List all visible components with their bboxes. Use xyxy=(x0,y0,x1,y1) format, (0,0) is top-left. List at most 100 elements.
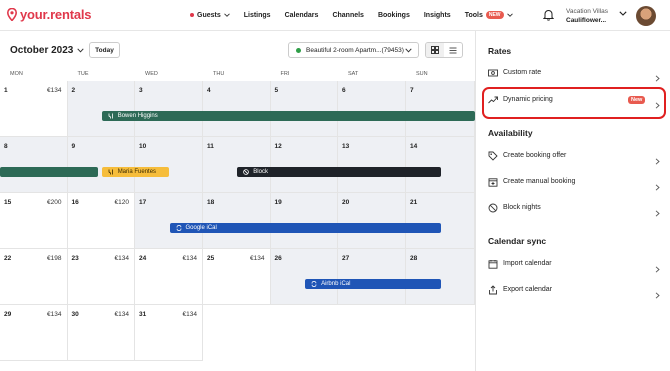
chevron-right-icon xyxy=(655,102,660,109)
pin-icon xyxy=(7,8,17,21)
ical-booking-bar[interactable]: Airbnb iCal xyxy=(305,279,441,289)
nav-item-guests[interactable]: Guests xyxy=(190,12,230,19)
list-view-button[interactable] xyxy=(444,43,462,57)
calendar-day-cell[interactable]: 10 xyxy=(135,137,203,193)
panel-item-block-nights[interactable]: Block nights xyxy=(476,196,670,220)
nav-item-bookings[interactable]: Bookings xyxy=(378,12,410,19)
booking-bar[interactable] xyxy=(0,167,99,177)
booking-label: Block xyxy=(253,169,268,175)
calendar-day-cell[interactable]: 13 xyxy=(338,137,406,193)
nav-label-listings: Listings xyxy=(243,11,271,19)
nav-item-tools[interactable]: Tools NEW xyxy=(465,11,513,19)
calendar-day-cell[interactable]: 6 xyxy=(338,81,406,137)
calendar-day-cell[interactable]: 31 €134 xyxy=(135,305,203,361)
calendar-day-cell[interactable]: 15 €200 xyxy=(0,193,68,249)
block-bar[interactable]: Block xyxy=(237,167,441,177)
booking-bar[interactable]: Bowen Higgins xyxy=(101,111,475,121)
calendar-day-cell[interactable]: 30 €134 xyxy=(67,305,135,361)
nav-item-listings[interactable]: Listings xyxy=(244,12,271,19)
calendar-icon xyxy=(488,259,498,269)
calendar-day-cell[interactable]: 25 €134 xyxy=(203,249,271,305)
chevron-down-icon xyxy=(506,13,513,17)
panel-item-custom-rate[interactable]: Custom rate xyxy=(476,61,670,85)
calendar-day-cell[interactable]: 28 xyxy=(406,249,475,305)
panel-item-export-calendar[interactable]: Export calendar xyxy=(476,278,670,302)
calendar-day-cell[interactable]: 27 xyxy=(338,249,406,305)
weekday-label: THU xyxy=(213,71,225,77)
today-button[interactable]: Today xyxy=(89,42,120,58)
grid-view-button[interactable] xyxy=(426,43,444,57)
brand-logo[interactable]: your.rentals xyxy=(7,7,91,22)
sync-icon xyxy=(176,225,181,231)
block-icon xyxy=(243,169,250,175)
calendar-day-cell[interactable]: 5 xyxy=(270,81,338,137)
day-number: 6 xyxy=(342,87,346,94)
sync-icon xyxy=(311,281,317,287)
day-number: 13 xyxy=(342,143,350,150)
nav-item-insights[interactable]: Insights xyxy=(424,12,451,19)
calendar-day-cell[interactable]: 9 xyxy=(67,137,135,193)
actions-panel: Rates Custom rate Dynamic pricing New Availa… xyxy=(475,31,670,371)
panel-item-import-calendar[interactable]: Import calendar xyxy=(476,252,670,276)
day-number: 9 xyxy=(71,143,76,150)
booking-bar[interactable]: Maria Fuentes xyxy=(101,167,170,177)
calendar-day-cell[interactable]: 8 xyxy=(0,137,68,193)
calendar-day-cell[interactable]: 14 xyxy=(406,137,475,193)
avatar[interactable] xyxy=(636,6,656,26)
nav-label-tools: Tools xyxy=(464,11,483,19)
calendar-day-cell[interactable]: 26 xyxy=(270,249,338,305)
calendar-day-cell[interactable]: 17 xyxy=(135,193,203,249)
ical-booking-bar[interactable]: Google iCal xyxy=(169,223,441,233)
bell-icon[interactable] xyxy=(543,9,554,21)
day-number: 30 xyxy=(71,311,79,318)
chevron-down-icon xyxy=(405,48,412,53)
calendar-day-cell[interactable]: 2 xyxy=(67,81,135,137)
day-number: 31 xyxy=(139,311,147,318)
nav-item-channels[interactable]: Channels xyxy=(332,12,364,19)
chevron-down-icon xyxy=(77,48,85,53)
chevron-right-icon xyxy=(655,266,660,273)
booking-label: Bowen Higgins xyxy=(117,113,158,119)
day-number: 18 xyxy=(207,199,215,206)
nav-item-calendars[interactable]: Calendars xyxy=(285,12,319,19)
account-switcher[interactable]: Vacation Villas Cauliflower... xyxy=(566,7,608,25)
booking-label: Google iCal xyxy=(185,225,217,231)
day-price: €134 xyxy=(114,311,129,318)
day-price: €134 xyxy=(250,255,265,262)
calendar-day-cell[interactable]: 20 xyxy=(338,193,406,249)
calendar-day-cell[interactable]: 29 €134 xyxy=(0,305,68,361)
calendar-day-cell[interactable]: 7 xyxy=(406,81,475,137)
calendar-day-cell[interactable]: 18 xyxy=(203,193,271,249)
status-dot xyxy=(296,47,301,53)
chevron-right-icon xyxy=(655,210,660,217)
calendar-day-cell[interactable]: 4 xyxy=(203,81,271,137)
calendar-day-cell[interactable]: 12 xyxy=(270,137,338,193)
calendar-day-cell[interactable]: 19 xyxy=(270,193,338,249)
day-number: 12 xyxy=(274,143,282,150)
month-selector[interactable]: October 2023 xyxy=(10,45,85,56)
day-price: €134 xyxy=(47,311,62,318)
calendar-day-cell[interactable]: 23 €134 xyxy=(67,249,135,305)
calendar-day-cell[interactable]: 24 €134 xyxy=(135,249,203,305)
calendar-day-cell[interactable]: 21 xyxy=(406,193,475,249)
nav-label-calendars: Calendars xyxy=(284,11,319,19)
guest-icon xyxy=(108,169,113,175)
panel-item-create-booking-offer[interactable]: Create booking offer xyxy=(476,144,670,168)
panel-item-dynamic-pricing[interactable]: Dynamic pricing New xyxy=(476,88,670,112)
day-number: 15 xyxy=(4,199,12,206)
calendar-day-cell[interactable]: 1 €134 xyxy=(0,81,68,137)
grid-icon xyxy=(431,46,439,54)
panel-item-create-manual-booking[interactable]: Create manual booking xyxy=(476,170,670,194)
calendar-day-cell[interactable]: 11 xyxy=(203,137,271,193)
panel-item-label: Import calendar xyxy=(503,260,552,267)
calendar-toolbar: October 2023 Today Beautiful 2-room Apar… xyxy=(0,31,475,69)
day-price: €120 xyxy=(114,199,129,206)
day-number: 14 xyxy=(410,143,418,150)
day-number: 28 xyxy=(410,255,418,262)
calendar-day-cell[interactable]: 22 €198 xyxy=(0,249,68,305)
calendar-day-cell[interactable]: 16 €120 xyxy=(67,193,135,249)
panel-item-label: Create manual booking xyxy=(503,178,576,185)
chevron-down-icon[interactable] xyxy=(619,11,627,16)
property-select[interactable]: Beautiful 2-room Apartm...(79453) xyxy=(288,42,419,58)
calendar-day-cell[interactable]: 3 xyxy=(135,81,203,137)
